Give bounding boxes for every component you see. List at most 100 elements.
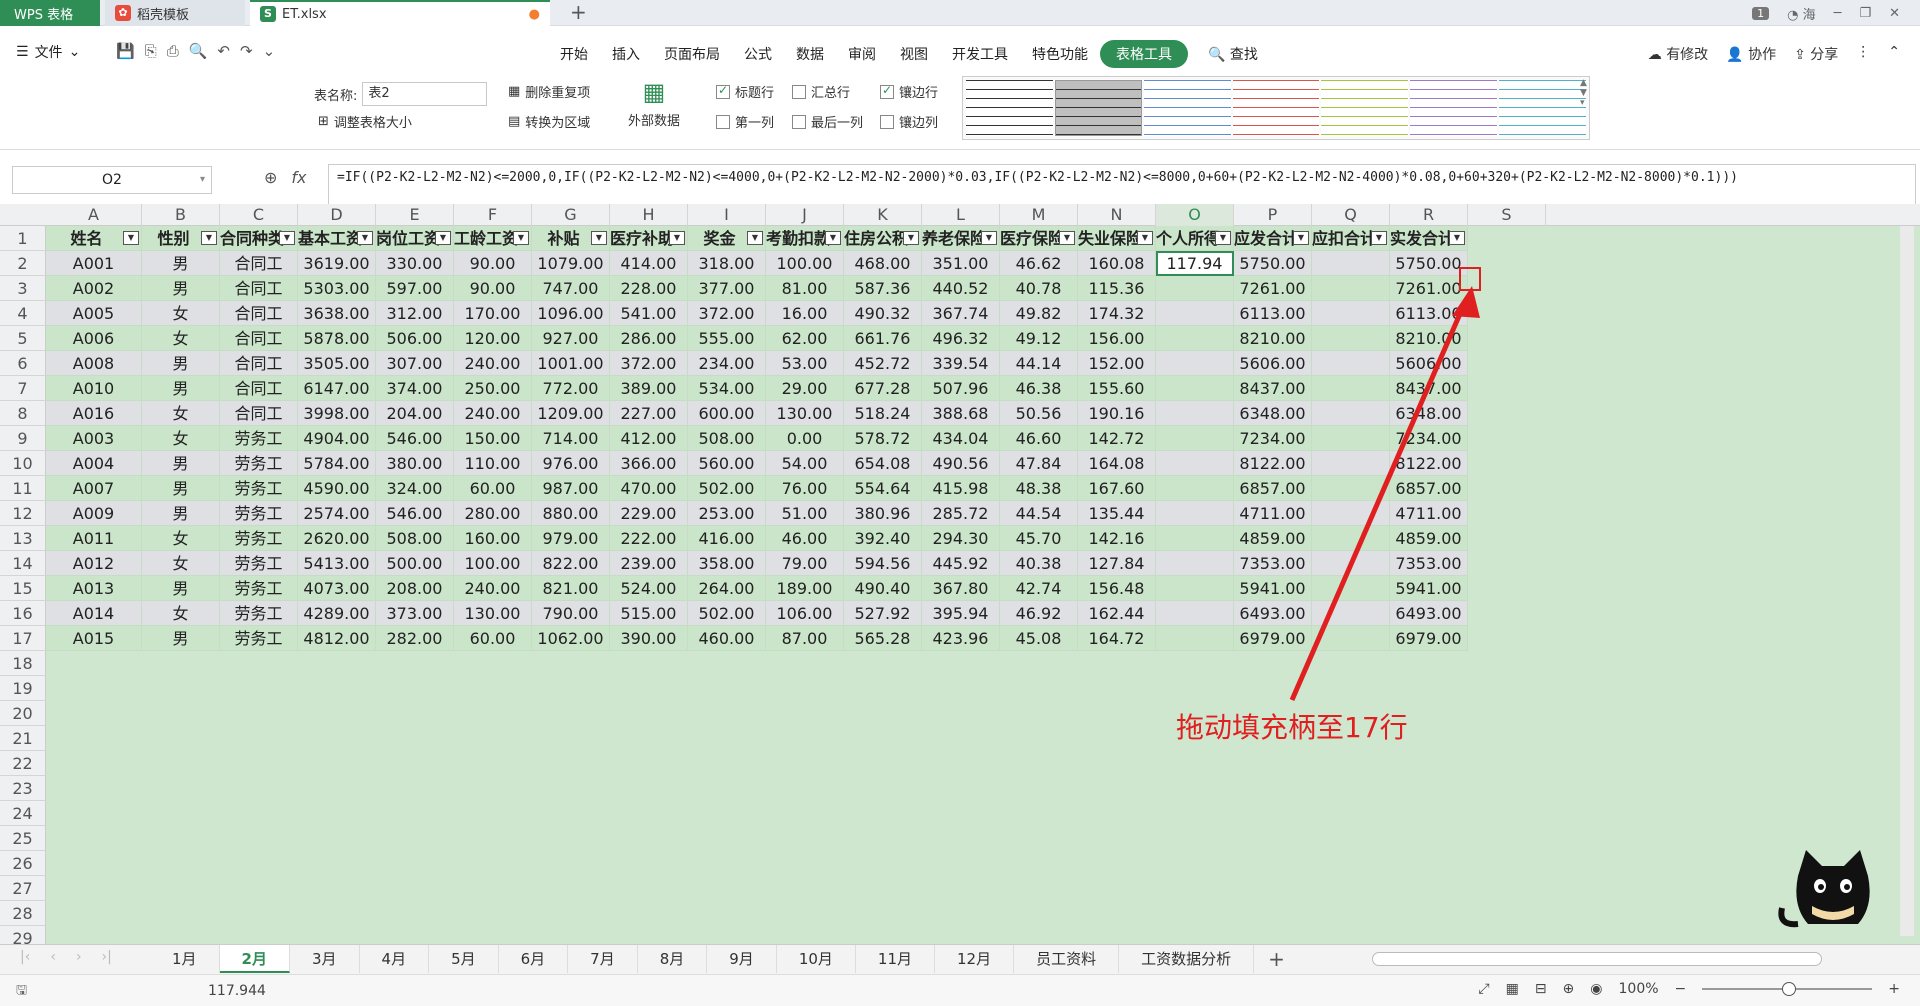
row-header[interactable]: 23 bbox=[0, 776, 46, 801]
table-cell[interactable]: 250.00 bbox=[454, 376, 532, 401]
table-cell[interactable]: 507.96 bbox=[922, 376, 1000, 401]
resize-table-button[interactable]: ⊞ 调整表格大小 bbox=[318, 112, 412, 131]
table-cell[interactable]: 48.38 bbox=[1000, 476, 1078, 501]
table-name-input[interactable]: 表2 bbox=[362, 82, 488, 106]
row-header[interactable]: 19 bbox=[0, 676, 46, 701]
ribbon-tab-0[interactable]: 开始 bbox=[548, 40, 600, 68]
eye-protection-icon[interactable]: ◉ bbox=[1590, 981, 1602, 997]
table-cell[interactable]: 380.00 bbox=[376, 451, 454, 476]
table-cell[interactable]: 46.62 bbox=[1000, 251, 1078, 276]
table-cell[interactable]: 合同工 bbox=[220, 401, 298, 426]
table-cell[interactable] bbox=[1156, 276, 1234, 301]
table-cell[interactable]: 286.00 bbox=[610, 326, 688, 351]
table-cell[interactable]: 240.00 bbox=[454, 576, 532, 601]
table-cell[interactable] bbox=[1156, 401, 1234, 426]
table-cell[interactable]: 51.00 bbox=[766, 501, 844, 526]
row-header[interactable]: 18 bbox=[0, 651, 46, 676]
table-cell[interactable]: 4073.00 bbox=[298, 576, 376, 601]
table-cell[interactable]: 45.08 bbox=[1000, 626, 1078, 651]
modified-button[interactable]: ☁ 有修改 bbox=[1648, 44, 1708, 64]
header-cell[interactable]: 应发合计 ▼ bbox=[1234, 226, 1312, 251]
table-cell[interactable]: 女 bbox=[142, 426, 220, 451]
last-sheet-icon[interactable]: ›| bbox=[102, 949, 112, 965]
table-cell[interactable]: A003 bbox=[46, 426, 142, 451]
table-cell[interactable]: 560.00 bbox=[688, 451, 766, 476]
header-cell[interactable]: 实发合计 ▼ bbox=[1390, 226, 1468, 251]
table-cell[interactable]: 240.00 bbox=[454, 351, 532, 376]
sheet-tab[interactable]: 2月 bbox=[219, 945, 290, 973]
check-last-column[interactable]: 最后一列 bbox=[792, 112, 863, 131]
table-cell[interactable]: 661.76 bbox=[844, 326, 922, 351]
table-cell[interactable]: 5606.00 bbox=[1234, 351, 1312, 376]
check-total-row[interactable]: 汇总行 bbox=[792, 82, 850, 101]
row-header[interactable]: 12 bbox=[0, 501, 46, 526]
table-cell[interactable]: 380.96 bbox=[844, 501, 922, 526]
table-cell[interactable]: 8210.00 bbox=[1390, 326, 1468, 351]
table-cell[interactable]: 160.00 bbox=[454, 526, 532, 551]
table-cell[interactable]: 555.00 bbox=[688, 326, 766, 351]
table-cell[interactable]: 合同工 bbox=[220, 276, 298, 301]
table-cell[interactable]: 46.00 bbox=[766, 526, 844, 551]
table-cell[interactable]: 546.00 bbox=[376, 426, 454, 451]
table-cell[interactable]: 8122.00 bbox=[1390, 451, 1468, 476]
column-header-K[interactable]: K bbox=[844, 204, 922, 226]
sheet-tab[interactable]: 1月 bbox=[150, 945, 220, 973]
table-cell[interactable]: 8437.00 bbox=[1390, 376, 1468, 401]
row-header[interactable]: 7 bbox=[0, 376, 46, 401]
table-cell[interactable]: 47.84 bbox=[1000, 451, 1078, 476]
table-cell[interactable]: 135.44 bbox=[1078, 501, 1156, 526]
table-style-0[interactable] bbox=[966, 80, 1053, 136]
table-cell[interactable]: 4859.00 bbox=[1390, 526, 1468, 551]
table-cell[interactable]: 600.00 bbox=[688, 401, 766, 426]
table-cell[interactable]: 29.00 bbox=[766, 376, 844, 401]
table-cell[interactable]: 7261.00 bbox=[1390, 276, 1468, 301]
table-cell[interactable]: 6493.00 bbox=[1390, 601, 1468, 626]
horizontal-scrollbar[interactable] bbox=[1372, 952, 1822, 966]
header-cell[interactable]: 姓名 ▼ bbox=[46, 226, 142, 251]
table-cell[interactable]: 女 bbox=[142, 601, 220, 626]
table-cell[interactable]: 280.00 bbox=[454, 501, 532, 526]
table-cell[interactable]: 445.92 bbox=[922, 551, 1000, 576]
zoom-in-icon[interactable]: + bbox=[1888, 981, 1900, 997]
table-cell[interactable]: 120.00 bbox=[454, 326, 532, 351]
prev-sheet-icon[interactable]: ‹ bbox=[50, 949, 56, 965]
table-cell[interactable]: A016 bbox=[46, 401, 142, 426]
filter-dropdown-icon[interactable]: ▼ bbox=[1059, 231, 1075, 245]
table-cell[interactable]: 男 bbox=[142, 576, 220, 601]
tab-daoke-template[interactable]: ✿ 稻壳模板 bbox=[105, 0, 245, 26]
table-cell[interactable]: 127.84 bbox=[1078, 551, 1156, 576]
table-cell[interactable]: 100.00 bbox=[766, 251, 844, 276]
table-cell[interactable]: 1079.00 bbox=[532, 251, 610, 276]
table-cell[interactable]: 劳务工 bbox=[220, 551, 298, 576]
table-style-1[interactable] bbox=[1054, 80, 1142, 136]
table-cell[interactable]: 324.00 bbox=[376, 476, 454, 501]
header-cell[interactable]: 性别 ▼ bbox=[142, 226, 220, 251]
header-cell[interactable]: 考勤扣款 ▼ bbox=[766, 226, 844, 251]
row-header[interactable]: 9 bbox=[0, 426, 46, 451]
table-cell[interactable]: 414.00 bbox=[610, 251, 688, 276]
header-cell[interactable]: 个人所得 ▼ bbox=[1156, 226, 1234, 251]
sheet-tab[interactable]: 8月 bbox=[638, 945, 708, 973]
table-cell[interactable] bbox=[1156, 326, 1234, 351]
table-cell[interactable]: 156.00 bbox=[1078, 326, 1156, 351]
table-cell[interactable]: 534.00 bbox=[688, 376, 766, 401]
header-cell[interactable]: 住房公积 ▼ bbox=[844, 226, 922, 251]
table-cell[interactable]: 565.28 bbox=[844, 626, 922, 651]
table-cell[interactable] bbox=[1312, 351, 1390, 376]
table-cell[interactable]: 142.72 bbox=[1078, 426, 1156, 451]
table-cell[interactable]: 46.60 bbox=[1000, 426, 1078, 451]
sheet-tab[interactable]: 4月 bbox=[360, 945, 430, 973]
row-header[interactable]: 10 bbox=[0, 451, 46, 476]
table-cell[interactable]: 285.72 bbox=[922, 501, 1000, 526]
table-cell[interactable]: 440.52 bbox=[922, 276, 1000, 301]
table-cell[interactable]: 130.00 bbox=[454, 601, 532, 626]
table-cell[interactable]: 53.00 bbox=[766, 351, 844, 376]
table-cell[interactable]: 229.00 bbox=[610, 501, 688, 526]
row-header[interactable]: 8 bbox=[0, 401, 46, 426]
table-cell[interactable]: 7261.00 bbox=[1234, 276, 1312, 301]
table-cell[interactable]: 90.00 bbox=[454, 251, 532, 276]
table-cell[interactable]: 4590.00 bbox=[298, 476, 376, 501]
table-cell[interactable]: 264.00 bbox=[688, 576, 766, 601]
zoom-formula-icon[interactable]: ⊕ bbox=[264, 168, 277, 187]
table-cell[interactable] bbox=[1312, 501, 1390, 526]
